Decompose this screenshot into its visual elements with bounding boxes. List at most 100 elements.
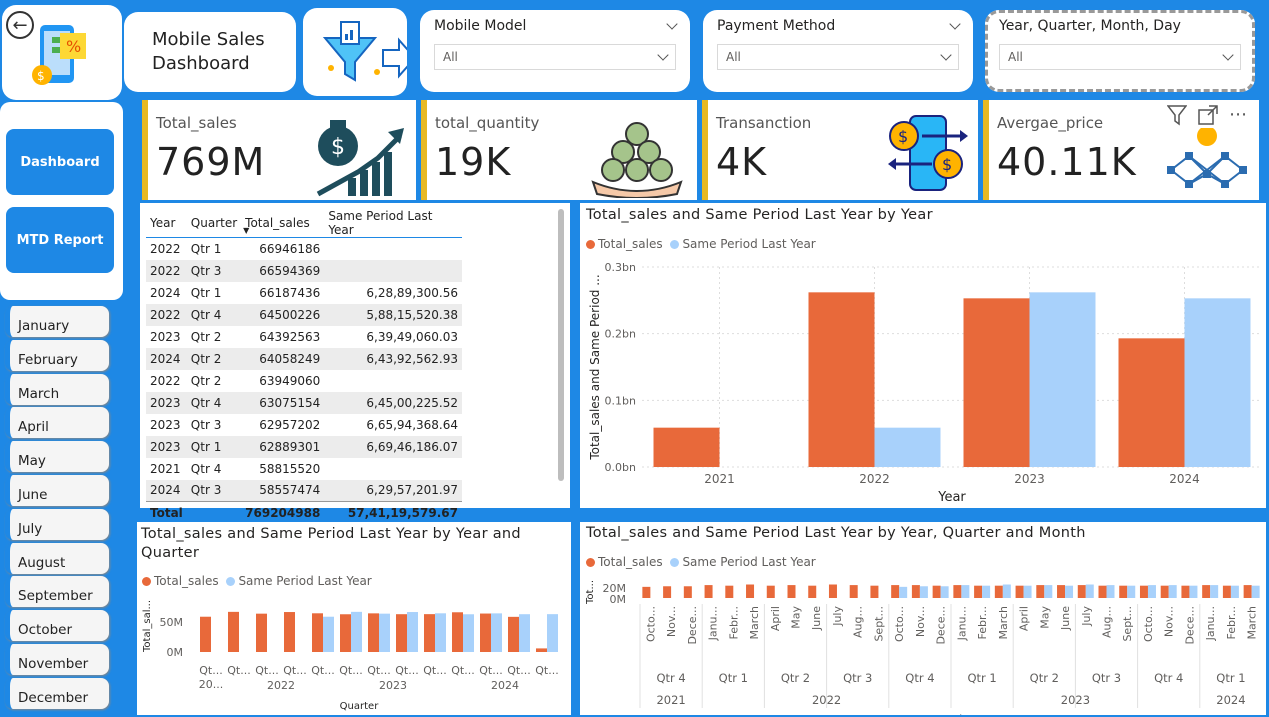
table-row[interactable]: 2023 Qtr 1 62889301 6,69,46,186.07 — [146, 435, 462, 458]
table-row[interactable]: 2024 Qtr 2 64058249 6,43,92,562.93 — [146, 347, 462, 370]
table-row[interactable]: 2023 Qtr 3 62957202 6,65,94,368.64 — [146, 414, 462, 436]
table-cell: 2024 — [146, 347, 187, 370]
bar-total-sales — [480, 613, 491, 652]
kpi-label: Avergae_price — [997, 114, 1104, 132]
quarter-label: Qtr 4 — [656, 671, 685, 685]
nav-dashboard-button[interactable]: Dashboard — [6, 129, 114, 195]
column-header-year[interactable]: Year — [146, 209, 187, 238]
table-cell: 6,28,89,300.56 — [366, 285, 458, 300]
svg-text:$: $ — [37, 69, 45, 83]
x-tick-label: Qt... — [395, 664, 418, 677]
table-row[interactable]: 2022 Qtr 4 64500226 5,88,15,520.38 — [146, 303, 462, 326]
x-tick-label: Dece... — [686, 606, 699, 645]
month-button-april[interactable]: April — [5, 407, 109, 439]
table-cell: 64058249 — [241, 347, 325, 370]
bar-total-sales — [1243, 585, 1252, 598]
chevron-down-icon[interactable] — [949, 18, 961, 30]
bar-total-sales — [704, 585, 713, 598]
chart-sales-by-year: Total_sales and Same Period Last Year by… — [580, 203, 1266, 508]
month-button-march[interactable]: March — [5, 373, 109, 405]
bar-total-sales — [1202, 585, 1211, 598]
slicer-date-hierarchy[interactable]: Year, Quarter, Month, Day All — [985, 10, 1255, 92]
table-row[interactable]: 2023 Qtr 2 64392563 6,39,49,060.03 — [146, 326, 462, 348]
bar-same-period — [463, 614, 474, 652]
back-button[interactable]: ← — [6, 11, 34, 39]
chevron-down-icon[interactable] — [666, 18, 678, 30]
table-scrollbar[interactable] — [558, 209, 564, 481]
bar-total-sales — [746, 584, 755, 598]
kpi-value: 19K — [435, 140, 512, 184]
column-header-same-period[interactable]: Same Period Last Year — [324, 209, 462, 238]
x-tick-label: Qt... — [367, 664, 390, 677]
svg-text:$: $ — [942, 155, 952, 174]
table-row[interactable]: 2022 Qtr 3 66594369 — [146, 259, 462, 282]
slicer-payment-method[interactable]: Payment Method All — [703, 10, 973, 92]
bar-total-sales — [312, 613, 323, 652]
slicer-value: All — [726, 50, 741, 64]
bar-total-sales — [200, 616, 211, 652]
more-options-icon[interactable]: ⋯ — [1229, 106, 1247, 124]
bar-same-period — [407, 612, 418, 652]
payment-method-dropdown[interactable]: All — [717, 44, 959, 70]
bar-same-period — [1230, 585, 1239, 598]
x-tick-label: March — [748, 606, 761, 640]
back-arrow-icon: ← — [12, 14, 28, 36]
chart-legend: Total_sales Same Period Last Year — [586, 237, 816, 251]
mobile-model-dropdown[interactable]: All — [434, 44, 676, 70]
bar-same-period — [435, 613, 446, 652]
table-cell: Qtr 4 — [186, 391, 242, 414]
table-total-cell: 57,41,19,579.67 — [347, 505, 458, 520]
table-row[interactable]: 2021 Qtr 4 58815520 — [146, 458, 462, 480]
month-button-august[interactable]: August — [5, 542, 109, 574]
x-tick-label: Aug... — [852, 606, 865, 638]
x-tick-label: Janu... — [955, 606, 968, 641]
svg-text:$: $ — [331, 135, 345, 160]
bar-total-sales — [808, 292, 875, 467]
table-cell: 2022 — [150, 241, 181, 256]
slicer-label: Payment Method — [717, 18, 836, 34]
table-cell — [324, 370, 462, 392]
table-row[interactable]: 2023 Qtr 4 63075154 6,45,00,225.52 — [146, 391, 462, 414]
legend-dot — [226, 577, 236, 586]
y-axis-title: Tot... — [585, 580, 596, 605]
month-button-november[interactable]: November — [5, 644, 109, 675]
filter-panel-toggle[interactable] — [303, 8, 417, 96]
column-header-quarter[interactable]: Quarter — [187, 209, 241, 238]
chart-legend: Total_sales Same Period Last Year — [142, 574, 372, 588]
x-group-label: 2022 — [267, 679, 295, 692]
x-tick-label: Qt... — [255, 664, 278, 677]
month-button-february[interactable]: February — [5, 339, 109, 371]
x-tick-label: April — [769, 606, 782, 631]
bar-total-sales — [787, 585, 796, 598]
bar-total-sales — [1098, 585, 1107, 598]
x-tick-label: Nov... — [914, 606, 927, 637]
bar-total-sales — [663, 586, 672, 598]
column-header-total-sales[interactable]: Total_sales ▼ — [241, 209, 324, 238]
date-hierarchy-dropdown[interactable]: All — [999, 44, 1241, 70]
table-row[interactable]: 2024 Qtr 1 66187436 6,28,89,300.56 — [146, 282, 462, 304]
month-button-october[interactable]: October — [5, 610, 109, 642]
month-button-july[interactable]: July — [5, 508, 109, 540]
focus-mode-icon[interactable] — [1197, 104, 1219, 126]
table-cell: 66946186 — [259, 241, 321, 256]
x-tick-label: July — [1080, 606, 1093, 627]
month-button-may[interactable]: May — [5, 441, 109, 473]
table-cell: 62889301 — [241, 435, 325, 458]
table-row[interactable]: 2024 Qtr 3 58557474 6,29,57,201.97 — [146, 479, 462, 502]
kpi-transactions: Transanction 4K $ $ — [702, 100, 978, 200]
kpi-value: 769M — [156, 140, 266, 184]
x-tick-label: Aug... — [1101, 606, 1114, 638]
year-label: 2023 — [1061, 693, 1090, 707]
table-row[interactable]: 2022 Qtr 2 63949060 — [146, 370, 462, 392]
slicer-mobile-model[interactable]: Mobile Model All — [420, 10, 690, 92]
month-button-september[interactable]: September — [5, 576, 109, 608]
bar-same-period — [919, 586, 928, 598]
chevron-down-icon — [940, 49, 952, 61]
month-button-december[interactable]: December — [5, 677, 109, 709]
nav-mtd-report-button[interactable]: MTD Report — [6, 207, 114, 273]
table-cell: 6,65,94,368.64 — [366, 417, 458, 432]
month-button-june[interactable]: June — [5, 475, 109, 506]
filter-icon[interactable] — [1167, 104, 1187, 126]
table-row[interactable]: 2022 Qtr 1 66946186 — [146, 238, 462, 260]
month-button-january[interactable]: January — [5, 306, 109, 337]
